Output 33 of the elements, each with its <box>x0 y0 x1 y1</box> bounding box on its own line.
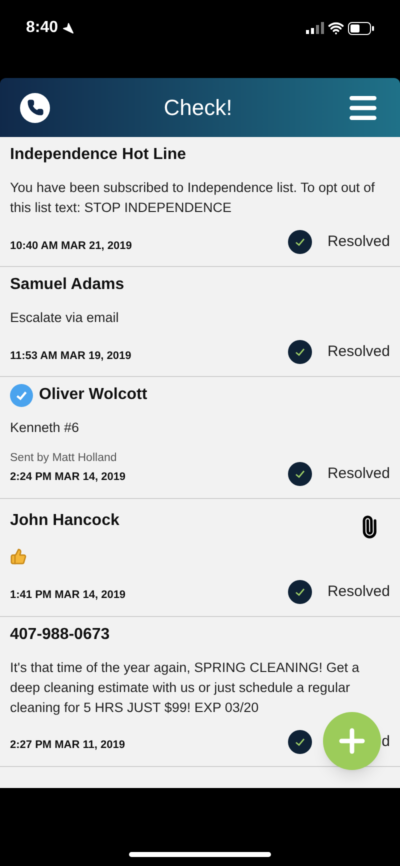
message-body: Kenneth #6 <box>10 419 80 437</box>
app-title: Check! <box>164 94 232 122</box>
message-body: Escalate via email <box>10 309 120 327</box>
sender-label: Sent by Matt Holland <box>10 451 118 466</box>
message-item[interactable]: John Hancock 1:41 PM MAR 14, 2019 Resolved <box>0 498 400 617</box>
message-title: Samuel Adams <box>10 275 124 295</box>
timestamp: 11:53 AM MAR 19, 2019 <box>10 348 132 364</box>
battery-icon <box>348 22 374 34</box>
status-label: Resolved <box>327 582 390 602</box>
clock: 8:40 <box>26 18 58 38</box>
message-body: It's that time of the year again, SPRING CLEANING! Get a deep cleaning estimate with us or just schedule a regular cleaning for 5 HRS JUST $99! EXP 03/20 <box>10 658 360 717</box>
status-label: d <box>382 732 390 752</box>
status-label: Resolved <box>327 232 390 252</box>
wifi-icon <box>328 20 344 36</box>
phone-icon <box>26 99 44 116</box>
message-title: Oliver Wolcott <box>39 385 148 405</box>
status-label: Resolved <box>327 464 390 484</box>
message-title: Independence Hot Line <box>10 145 186 165</box>
timestamp: 1:41 PM MAR 14, 2019 <box>10 588 126 604</box>
phone-button[interactable] <box>20 92 50 122</box>
thumbs-up-icon <box>10 548 27 565</box>
signal-icon <box>306 22 324 34</box>
message-title: John Hancock <box>10 510 120 531</box>
message-item[interactable]: Samuel Adams Escalate via email 11:53 AM MAR 19, 2019 Resolved <box>0 267 400 377</box>
location-icon <box>62 22 74 34</box>
message-body: You have been subscribed to Independence list. To opt out of this list text: STOP INDEPENDENCE <box>10 179 376 217</box>
timestamp: 2:27 PM MAR 11, 2019 <box>10 738 125 754</box>
timestamp: 10:40 AM MAR 21, 2019 <box>10 238 132 254</box>
message-title: 407-988-0673 <box>10 624 110 645</box>
timestamp: 2:24 PM MAR 14, 2019 <box>10 470 126 486</box>
status-label: Resolved <box>327 342 390 362</box>
message-item[interactable]: Independence Hot Line You have been subscribed to Independence list. To opt out of this list text: STOP INDEPENDENCE 10:40 AM MAR 21, 2019 Resolved <box>0 137 400 267</box>
message-item[interactable]: Oliver Wolcott Kenneth #6 Sent by Matt Holland 2:24 PM MAR 14, 2019 Resolved <box>0 377 400 499</box>
